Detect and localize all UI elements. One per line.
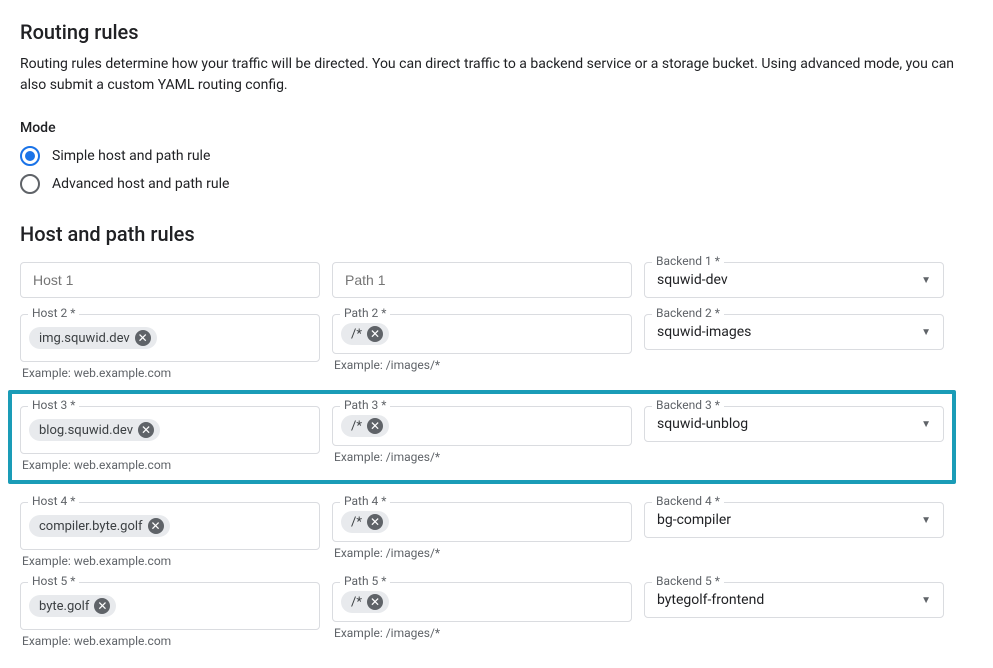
path-3-chip-text: /* (351, 419, 362, 434)
mode-radio-group: Simple host and path rule Advanced host … (20, 146, 973, 194)
path-5-chip: /* ✕ (341, 591, 389, 613)
host-3-chip: blog.squwid.dev ✕ (29, 419, 160, 441)
radio-icon (20, 146, 40, 166)
host-5-chip: byte.golf ✕ (29, 595, 116, 617)
path-3-helper: Example: /images/* (332, 450, 632, 464)
path-4-input[interactable]: /* ✕ (332, 502, 632, 542)
radio-advanced-label: Advanced host and path rule (52, 176, 229, 192)
host-3-input[interactable]: blog.squwid.dev ✕ (20, 406, 320, 454)
path-2-chip-text: /* (351, 327, 362, 342)
host-4-helper: Example: web.example.com (20, 554, 320, 568)
close-icon[interactable]: ✕ (367, 594, 383, 610)
host-1-input[interactable] (20, 262, 320, 298)
backend-1-label: Backend 1 * (652, 254, 724, 268)
host-5-helper: Example: web.example.com (20, 634, 320, 648)
radio-simple-label: Simple host and path rule (52, 148, 210, 164)
close-icon[interactable]: ✕ (367, 418, 383, 434)
path-4-label: Path 4 * (340, 494, 390, 508)
host-3-chip-text: blog.squwid.dev (39, 423, 133, 438)
radio-icon (20, 174, 40, 194)
radio-simple[interactable]: Simple host and path rule (20, 146, 973, 166)
mode-label: Mode (20, 120, 973, 136)
host-5-label: Host 5 * (28, 574, 79, 588)
host-3-helper: Example: web.example.com (20, 458, 320, 472)
page-title: Routing rules (20, 20, 973, 44)
backend-3-label: Backend 3 * (652, 398, 724, 412)
host-2-chip-text: img.squwid.dev (39, 331, 130, 346)
backend-1-value: squwid-dev (657, 272, 728, 288)
backend-2-label: Backend 2 * (652, 306, 724, 320)
close-icon[interactable]: ✕ (94, 598, 110, 614)
chevron-down-icon: ▼ (921, 275, 931, 286)
backend-4-label: Backend 4 * (652, 494, 724, 508)
host-2-input[interactable]: img.squwid.dev ✕ (20, 314, 320, 362)
path-3-label: Path 3 * (340, 398, 390, 412)
host-4-label: Host 4 * (28, 494, 79, 508)
path-4-helper: Example: /images/* (332, 546, 632, 560)
path-5-label: Path 5 * (340, 574, 390, 588)
close-icon[interactable]: ✕ (148, 518, 164, 534)
host-2-helper: Example: web.example.com (20, 366, 320, 380)
backend-2-value: squwid-images (657, 324, 751, 340)
path-3-chip: /* ✕ (341, 415, 389, 437)
path-5-helper: Example: /images/* (332, 626, 632, 640)
highlighted-row: Host 3 * blog.squwid.dev ✕ Example: web.… (8, 390, 956, 484)
host-4-input[interactable]: compiler.byte.golf ✕ (20, 502, 320, 550)
host-4-chip-text: compiler.byte.golf (39, 519, 143, 534)
path-2-helper: Example: /images/* (332, 358, 632, 372)
path-4-chip-text: /* (351, 515, 362, 530)
path-4-chip: /* ✕ (341, 511, 389, 533)
backend-3-value: squwid-unblog (657, 416, 748, 432)
chevron-down-icon: ▼ (921, 515, 931, 526)
close-icon[interactable]: ✕ (367, 326, 383, 342)
chevron-down-icon: ▼ (921, 595, 931, 606)
host-4-chip: compiler.byte.golf ✕ (29, 515, 170, 537)
host-5-chip-text: byte.golf (39, 599, 89, 614)
path-2-label: Path 2 * (340, 306, 390, 320)
chevron-down-icon: ▼ (921, 327, 931, 338)
backend-5-value: bytegolf-frontend (657, 592, 764, 608)
host-5-input[interactable]: byte.golf ✕ (20, 582, 320, 630)
chevron-down-icon: ▼ (921, 419, 931, 430)
rules-title: Host and path rules (20, 222, 973, 246)
path-3-input[interactable]: /* ✕ (332, 406, 632, 446)
backend-5-label: Backend 5 * (652, 574, 724, 588)
path-5-input[interactable]: /* ✕ (332, 582, 632, 622)
path-1-input[interactable] (332, 262, 632, 298)
close-icon[interactable]: ✕ (135, 330, 151, 346)
host-2-label: Host 2 * (28, 306, 79, 320)
backend-4-value: bg-compiler (657, 512, 731, 528)
close-icon[interactable]: ✕ (138, 422, 154, 438)
radio-advanced[interactable]: Advanced host and path rule (20, 174, 973, 194)
page-description: Routing rules determine how your traffic… (20, 54, 970, 96)
close-icon[interactable]: ✕ (367, 514, 383, 530)
path-2-input[interactable]: /* ✕ (332, 314, 632, 354)
host-3-label: Host 3 * (28, 398, 79, 412)
host-2-chip: img.squwid.dev ✕ (29, 327, 157, 349)
path-5-chip-text: /* (351, 595, 362, 610)
path-2-chip: /* ✕ (341, 323, 389, 345)
